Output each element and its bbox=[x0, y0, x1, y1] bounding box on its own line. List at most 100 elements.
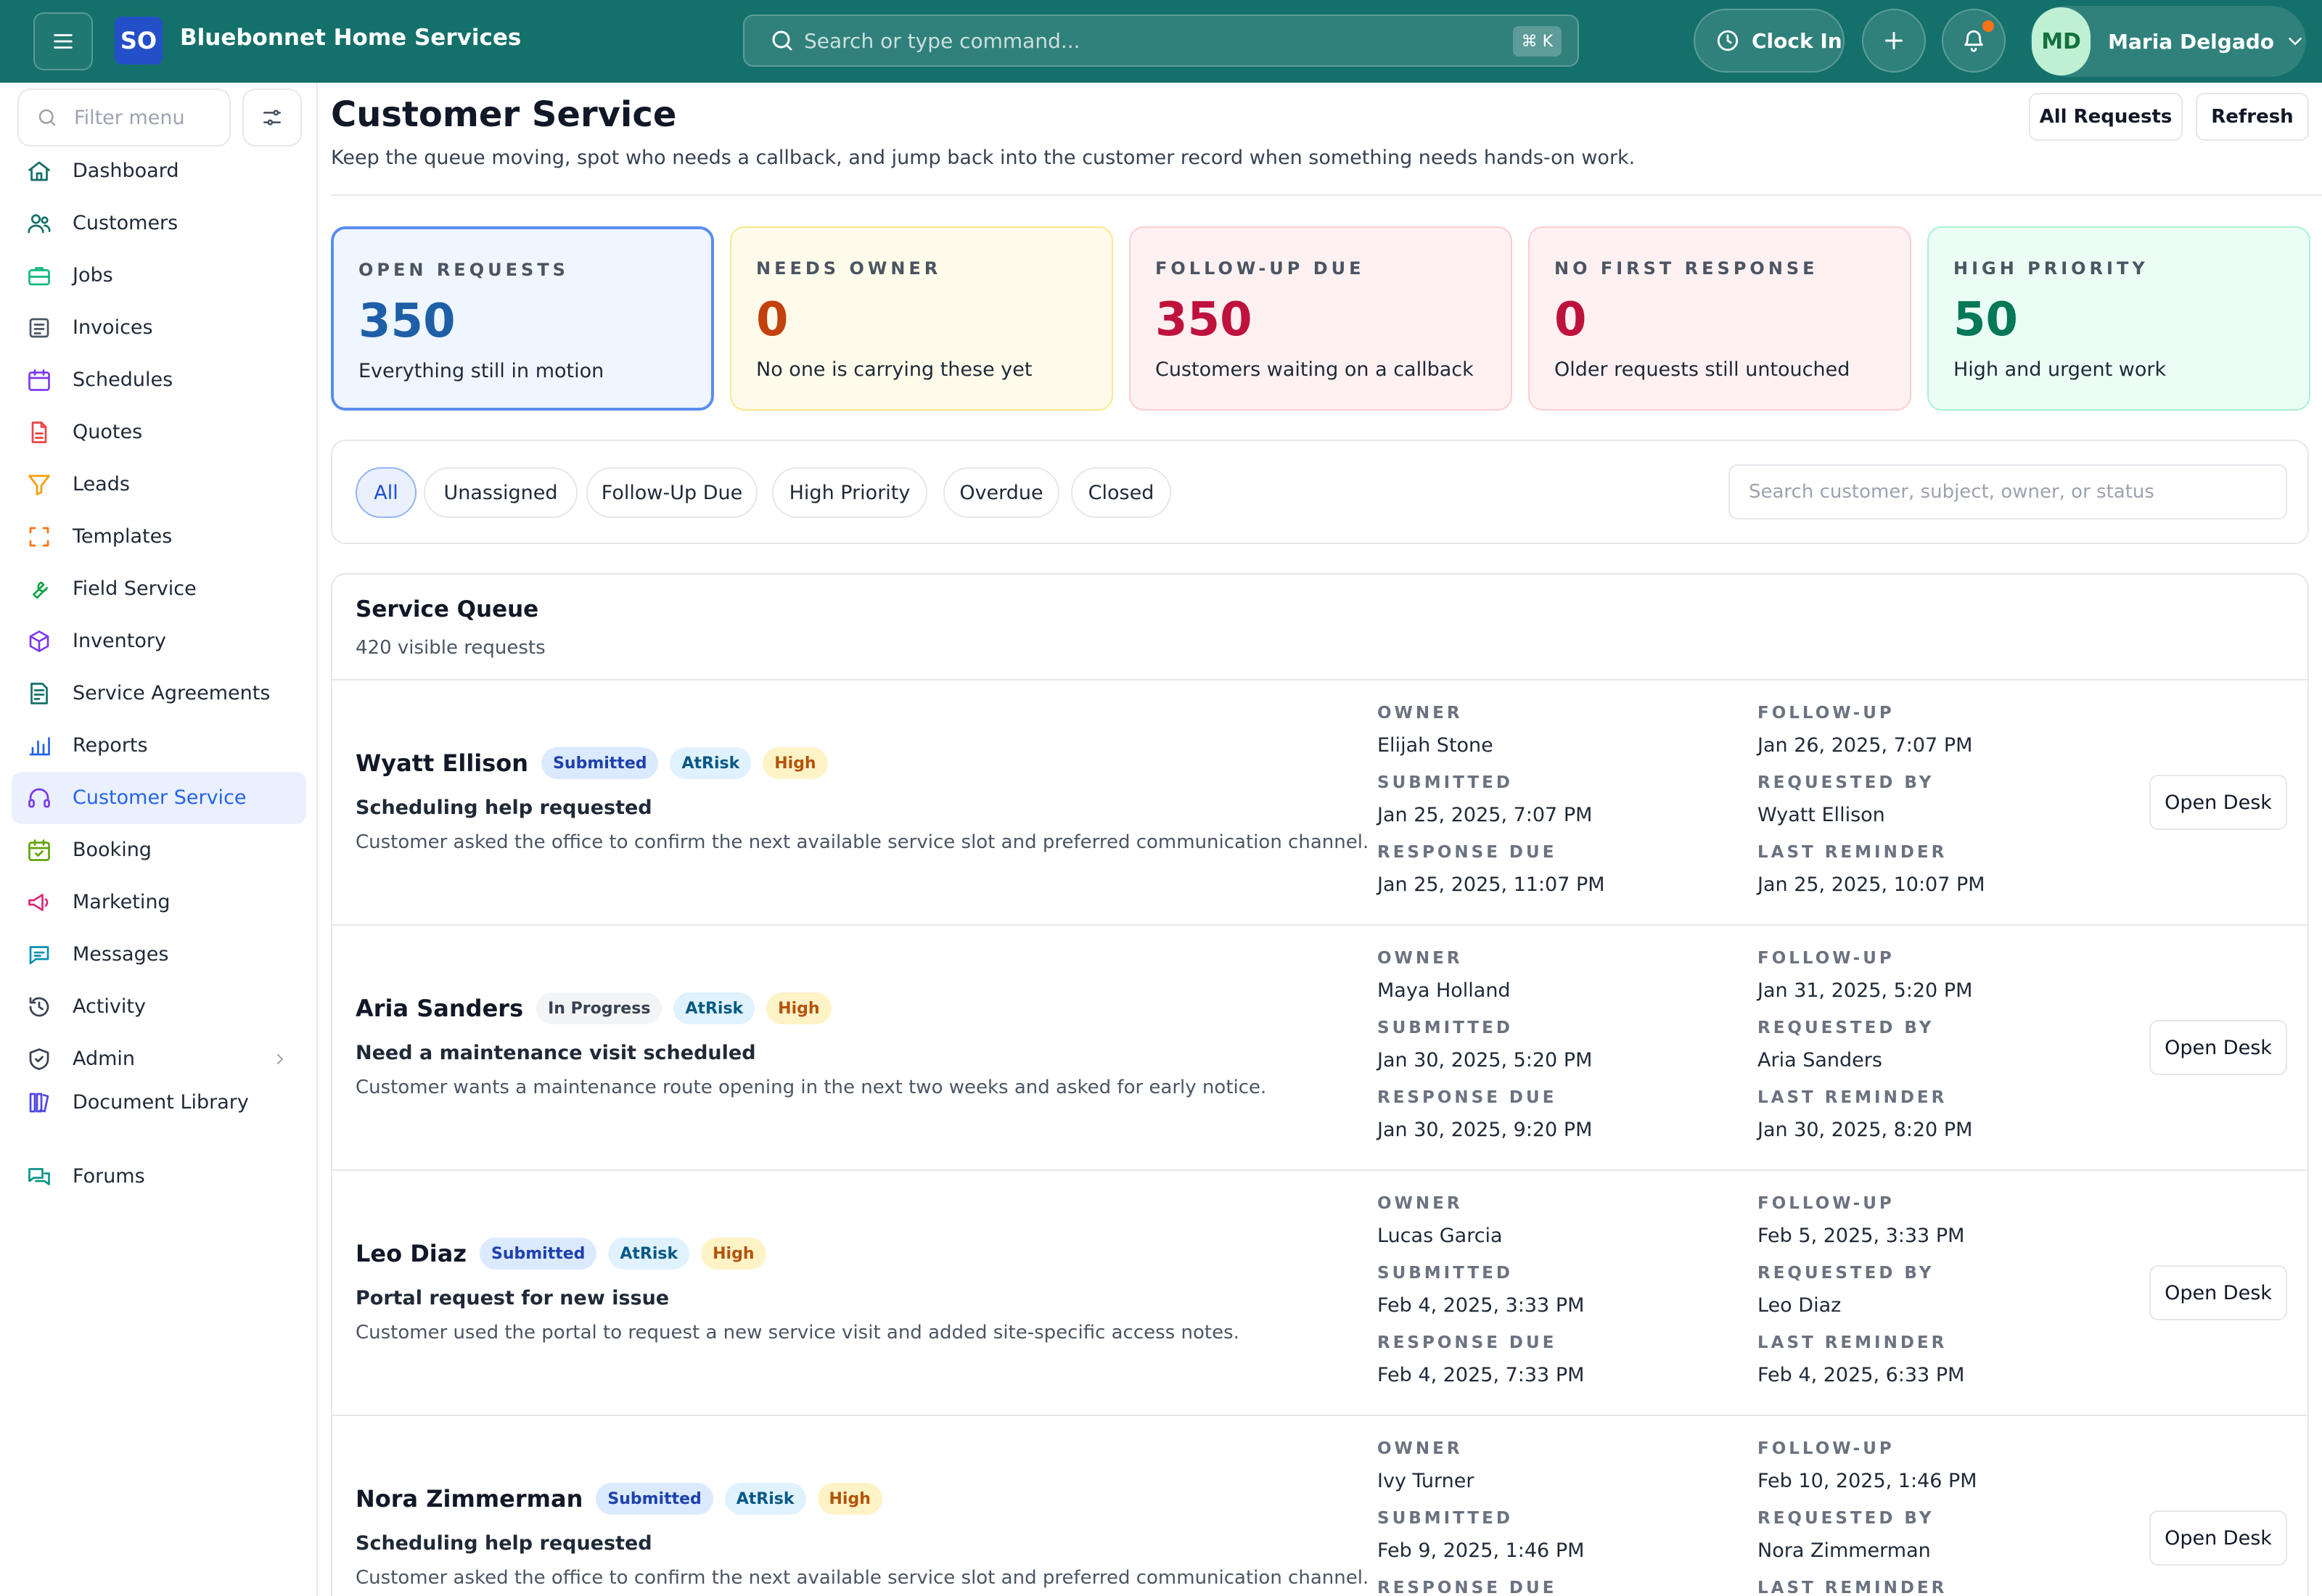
sidebar-item-document-library[interactable]: Document Library bbox=[12, 1077, 306, 1129]
stat-description: Customers waiting on a callback bbox=[1155, 358, 1474, 381]
table-row[interactable]: Aria Sanders In Progress AtRisk High Need a … bbox=[332, 924, 2307, 1169]
wrench-icon bbox=[26, 576, 52, 602]
forum-icon bbox=[26, 1164, 52, 1190]
filter-chip-follow-up-due[interactable]: Follow-Up Due bbox=[586, 467, 758, 518]
sidebar-item-inventory[interactable]: Inventory bbox=[12, 615, 306, 667]
customer-name[interactable]: Nora Zimmerman bbox=[356, 1485, 583, 1513]
queue-search-input[interactable] bbox=[1728, 464, 2287, 519]
contract-icon bbox=[26, 680, 52, 707]
bar-chart-icon bbox=[26, 733, 52, 759]
sidebar-item-messages[interactable]: Messages bbox=[12, 929, 306, 981]
all-requests-button[interactable]: All Requests bbox=[2029, 93, 2183, 141]
app-logo[interactable]: SO bbox=[115, 17, 163, 65]
stat-card-follow-up-due[interactable]: FOLLOW-UP DUE 350 Customers waiting on a c… bbox=[1129, 226, 1512, 411]
meta-value-response-due: Feb 4, 2025, 7:33 PM bbox=[1377, 1364, 1585, 1386]
meta-label-follow-up: FOLLOW-UP bbox=[1757, 704, 1895, 723]
sidebar-item-dashboard[interactable]: Dashboard bbox=[12, 145, 306, 197]
command-search[interactable]: ⌘ K bbox=[743, 15, 1579, 67]
sidebar-item-jobs[interactable]: Jobs bbox=[12, 250, 306, 302]
open-desk-button[interactable]: Open Desk bbox=[2149, 775, 2287, 830]
meta-value-last-reminder: Jan 25, 2025, 10:07 PM bbox=[1757, 873, 1985, 896]
sidebar-item-customers[interactable]: Customers bbox=[12, 197, 306, 250]
request-subject: Need a maintenance visit scheduled bbox=[356, 1042, 756, 1064]
filter-chip-overdue[interactable]: Overdue bbox=[943, 467, 1059, 518]
page-title: Customer Service bbox=[331, 94, 677, 135]
sidebar-item-marketing[interactable]: Marketing bbox=[12, 876, 306, 929]
table-row[interactable]: Nora Zimmerman Submitted AtRisk High Schedul… bbox=[332, 1415, 2307, 1596]
notifications-button[interactable] bbox=[1942, 9, 2006, 73]
status-badge: High bbox=[817, 1483, 882, 1515]
sidebar: Dashboard Customers Jobs Invoices Schedules Q… bbox=[0, 83, 318, 1596]
filter-chip-high-priority[interactable]: High Priority bbox=[772, 467, 927, 518]
request-description: Customer asked the office to confirm the… bbox=[356, 831, 1369, 853]
meta-label-requested-by: REQUESTED BY bbox=[1757, 1264, 1935, 1283]
users-icon bbox=[26, 210, 52, 236]
open-desk-button[interactable]: Open Desk bbox=[2149, 1020, 2287, 1075]
table-row[interactable]: Wyatt Ellison Submitted AtRisk High Scheduli… bbox=[332, 679, 2307, 924]
plus-icon bbox=[1885, 32, 1903, 49]
meta-value-response-due: Jan 25, 2025, 11:07 PM bbox=[1377, 873, 1605, 896]
customer-name[interactable]: Wyatt Ellison bbox=[356, 749, 528, 777]
sidebar-item-reports[interactable]: Reports bbox=[12, 720, 306, 772]
stat-value: 350 bbox=[1155, 293, 1252, 347]
hamburger-menu-button[interactable] bbox=[33, 12, 93, 70]
briefcase-icon bbox=[26, 263, 52, 289]
filter-menu[interactable] bbox=[17, 89, 231, 147]
sidebar-item-customer-service[interactable]: Customer Service bbox=[12, 772, 306, 824]
customer-name[interactable]: Aria Sanders bbox=[356, 995, 523, 1022]
clock-in-button[interactable]: Clock In bbox=[1694, 9, 1845, 73]
stat-card-open-requests[interactable]: OPEN REQUESTS 350 Everything still in moti… bbox=[331, 226, 714, 411]
meta-value-requested-by: Leo Diaz bbox=[1757, 1294, 1842, 1317]
meta-label-follow-up: FOLLOW-UP bbox=[1757, 1439, 1895, 1458]
stat-card-needs-owner[interactable]: NEEDS OWNER 0 No one is carrying these yet bbox=[730, 226, 1113, 411]
sidebar-item-field-service[interactable]: Field Service bbox=[12, 563, 306, 615]
sidebar-item-invoices[interactable]: Invoices bbox=[12, 302, 306, 354]
meta-label-response-due: RESPONSE DUE bbox=[1377, 1088, 1557, 1107]
meta-value-response-due: Jan 30, 2025, 9:20 PM bbox=[1377, 1119, 1593, 1141]
sidebar-item-label: Admin bbox=[73, 1048, 136, 1070]
meta-label-response-due: RESPONSE DUE bbox=[1377, 1579, 1557, 1596]
filter-chip-unassigned[interactable]: Unassigned bbox=[424, 467, 578, 518]
filter-chip-closed[interactable]: Closed bbox=[1071, 467, 1171, 518]
sidebar-item-booking[interactable]: Booking bbox=[12, 824, 306, 876]
shortcut-badge: ⌘ K bbox=[1512, 26, 1562, 57]
sidebar-item-leads[interactable]: Leads bbox=[12, 458, 306, 511]
chevron-right-icon bbox=[271, 1050, 289, 1068]
open-desk-button[interactable]: Open Desk bbox=[2149, 1265, 2287, 1320]
command-search-input[interactable] bbox=[804, 25, 1457, 57]
open-desk-button[interactable]: Open Desk bbox=[2149, 1510, 2287, 1566]
meta-value-owner: Lucas Garcia bbox=[1377, 1225, 1503, 1247]
filter-chip-all[interactable]: All bbox=[356, 467, 417, 518]
search-icon bbox=[36, 107, 58, 128]
customer-name[interactable]: Leo Diaz bbox=[356, 1240, 467, 1267]
refresh-button[interactable]: Refresh bbox=[2196, 93, 2309, 141]
stat-card-high-priority[interactable]: HIGH PRIORITY 50 High and urgent work bbox=[1927, 226, 2310, 411]
sidebar-item-quotes[interactable]: Quotes bbox=[12, 406, 306, 458]
stat-card-no-first-response[interactable]: NO FIRST RESPONSE 0 Older requests still u… bbox=[1528, 226, 1911, 411]
meta-value-follow-up: Feb 10, 2025, 1:46 PM bbox=[1757, 1470, 1977, 1492]
stat-label: OPEN REQUESTS bbox=[358, 260, 569, 280]
brand-name: Bluebonnet Home Services bbox=[180, 25, 522, 51]
meta-value-requested-by: Aria Sanders bbox=[1757, 1049, 1882, 1071]
add-button[interactable] bbox=[1862, 9, 1926, 73]
sidebar-item-forums[interactable]: Forums bbox=[12, 1151, 306, 1203]
home-icon bbox=[26, 158, 52, 184]
filter-menu-input[interactable] bbox=[74, 106, 226, 129]
stat-label: NO FIRST RESPONSE bbox=[1554, 258, 1818, 279]
chat-icon bbox=[26, 942, 52, 968]
sidebar-item-activity[interactable]: Activity bbox=[12, 981, 306, 1033]
stat-value: 50 bbox=[1953, 293, 2019, 347]
sidebar-item-label: Activity bbox=[73, 995, 146, 1018]
sidebar-item-label: Reports bbox=[73, 734, 148, 757]
meta-label-last-reminder: LAST REMINDER bbox=[1757, 1088, 1948, 1107]
stat-value: 350 bbox=[358, 295, 456, 348]
status-badge: Submitted bbox=[479, 1238, 597, 1270]
sidebar-item-templates[interactable]: Templates bbox=[12, 511, 306, 563]
meta-value-last-reminder: Feb 4, 2025, 6:33 PM bbox=[1757, 1364, 1965, 1386]
sidebar-item-schedules[interactable]: Schedules bbox=[12, 354, 306, 406]
table-row[interactable]: Leo Diaz Submitted AtRisk High Portal reques… bbox=[332, 1169, 2307, 1415]
user-menu[interactable]: MD Maria Delgado bbox=[2030, 6, 2306, 77]
menu-settings-button[interactable] bbox=[242, 89, 302, 147]
service-queue: Service Queue 420 visible requests Wyatt… bbox=[331, 573, 2309, 1596]
sidebar-item-service-agreements[interactable]: Service Agreements bbox=[12, 667, 306, 720]
